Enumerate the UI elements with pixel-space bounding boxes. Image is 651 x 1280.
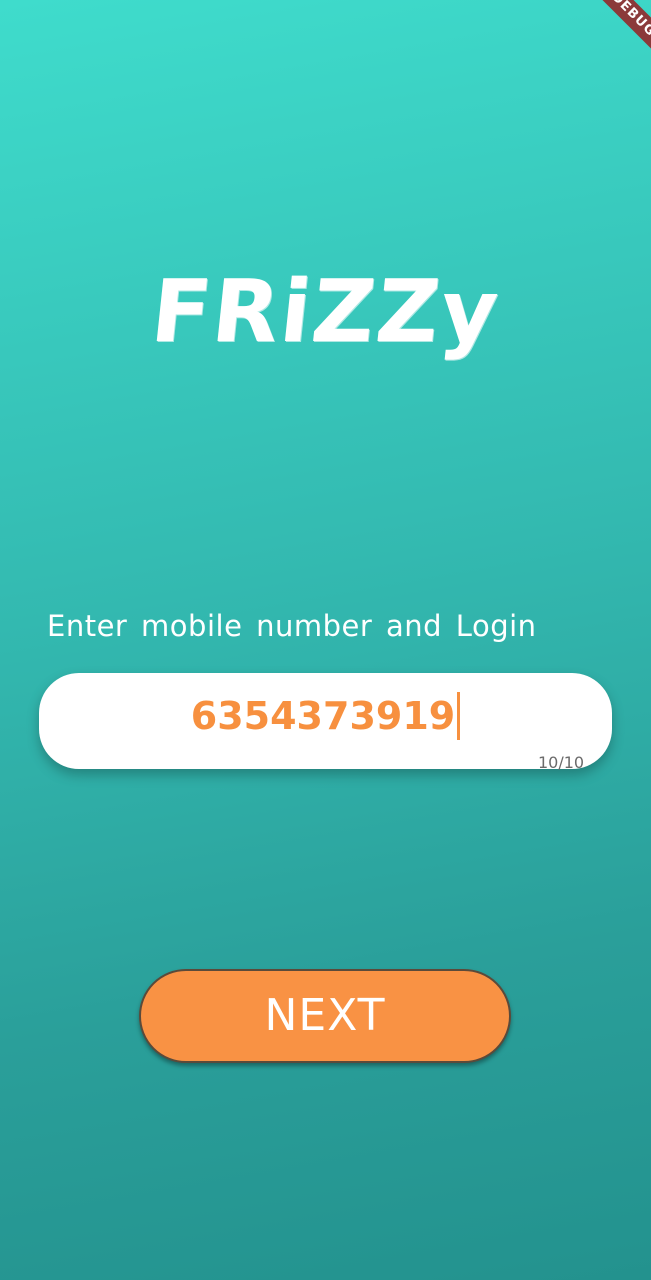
mobile-number-value[interactable]: 6354373919 <box>39 691 612 741</box>
debug-banner-label: DEBUG <box>582 0 651 66</box>
login-prompt-label: Enter mobile number and Login <box>47 609 537 643</box>
next-button[interactable]: NEXT <box>139 969 511 1063</box>
mobile-number-field[interactable]: 6354373919 <box>39 673 612 769</box>
character-counter: 10/10 <box>538 753 585 772</box>
text-caret <box>457 691 461 740</box>
mobile-number-text: 6354373919 <box>190 694 456 738</box>
app-logo: FRiZZy <box>146 262 505 362</box>
debug-banner: DEBUG <box>573 0 651 78</box>
